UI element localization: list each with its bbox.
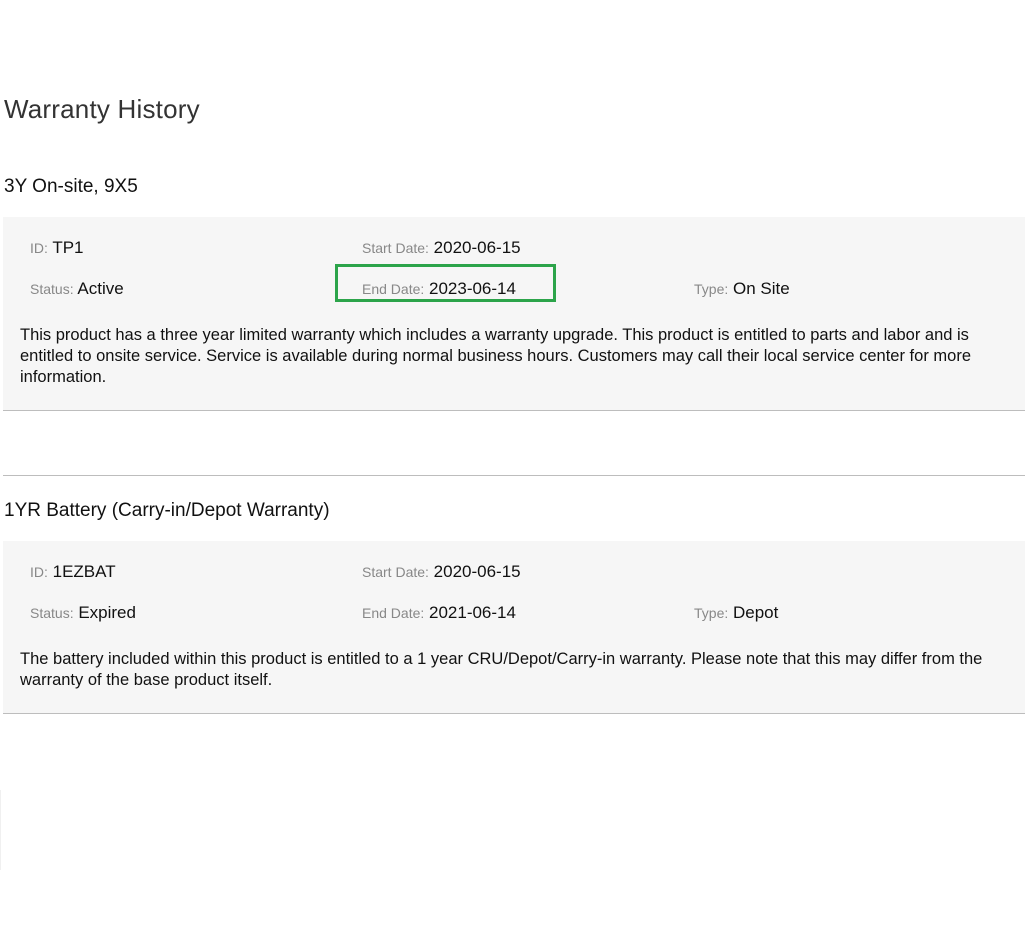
type-label: Type: [694, 281, 729, 297]
end-date-field: End Date: 2023-06-14 [362, 278, 516, 300]
start-date-label: Start Date: [362, 240, 429, 256]
status-label: Status: [30, 281, 74, 297]
warranty-details-card: ID: TP1 Start Date: 2020-06-15 Status: A… [3, 217, 1025, 411]
warranty-entry: 1YR Battery (Carry-in/Depot Warranty) ID… [3, 475, 1025, 714]
start-date-value: 2020-06-15 [433, 562, 521, 581]
warranty-description: The battery included within this product… [20, 650, 983, 689]
left-edge-artifact [0, 790, 1, 870]
type-field: Type: Depot [694, 602, 778, 624]
start-date-field: Start Date: 2020-06-15 [362, 237, 521, 259]
page-title: Warranty History [4, 94, 200, 124]
warranty-id-field: ID: TP1 [30, 237, 84, 259]
status-field: Status: Expired [30, 602, 136, 624]
id-label: ID: [30, 564, 48, 580]
end-date-label: End Date: [362, 281, 425, 297]
start-date-value: 2020-06-15 [433, 238, 521, 257]
end-date-label: End Date: [362, 605, 425, 621]
id-label: ID: [30, 240, 48, 256]
end-date-value: 2023-06-14 [429, 279, 516, 298]
type-value: Depot [732, 603, 779, 622]
warranty-description: This product has a three year limited wa… [20, 326, 971, 386]
status-value: Active [77, 279, 124, 298]
warranty-name: 1YR Battery (Carry-in/Depot Warranty) [4, 500, 330, 521]
status-field: Status: Active [30, 278, 124, 300]
id-value: TP1 [52, 238, 84, 257]
id-value: 1EZBAT [52, 562, 116, 581]
type-label: Type: [694, 605, 729, 621]
type-field: Type: On Site [694, 278, 790, 300]
warranty-id-field: ID: 1EZBAT [30, 561, 116, 583]
start-date-field: Start Date: 2020-06-15 [362, 561, 521, 583]
type-value: On Site [732, 279, 790, 298]
warranty-name: 3Y On-site, 9X5 [4, 176, 138, 197]
start-date-label: Start Date: [362, 564, 429, 580]
status-label: Status: [30, 605, 74, 621]
warranty-details-card: ID: 1EZBAT Start Date: 2020-06-15 Status… [3, 541, 1025, 714]
end-date-field: End Date: 2021-06-14 [362, 602, 516, 624]
warranty-entry: 3Y On-site, 9X5 ID: TP1 Start Date: 2020… [3, 174, 1025, 411]
status-value: Expired [78, 603, 136, 622]
end-date-value: 2021-06-14 [429, 603, 516, 622]
